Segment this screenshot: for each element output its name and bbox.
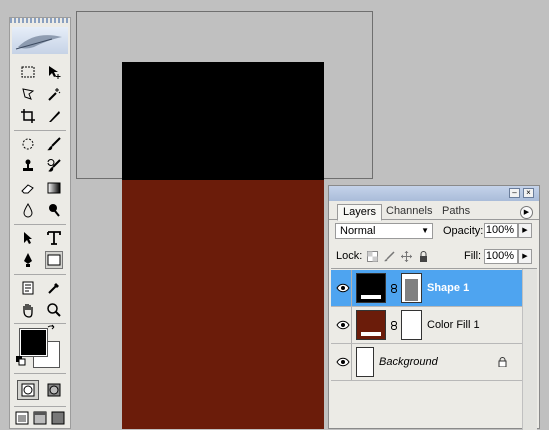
vector-mask-thumbnail [401, 273, 422, 303]
chain-link-icon[interactable] [391, 284, 397, 293]
notes-tool-icon[interactable] [19, 279, 37, 297]
marquee-tool-icon[interactable] [19, 63, 37, 81]
move-tool-icon[interactable] [45, 63, 63, 81]
tools-palette [9, 17, 71, 429]
color-fill-area[interactable] [122, 180, 324, 429]
brush-tool-icon[interactable] [45, 135, 63, 153]
layer-row-shape-1[interactable]: Shape 1 [331, 270, 522, 307]
eraser-tool-icon[interactable] [19, 179, 37, 197]
swap-colors-icon[interactable] [46, 323, 58, 335]
standard-screen-mode-icon[interactable] [14, 410, 30, 426]
fill-label: Fill: [464, 250, 482, 262]
fill-indicator [361, 332, 381, 336]
tab-channels[interactable]: Channels [381, 204, 437, 219]
shape-indicator [361, 295, 381, 299]
blend-mode-select[interactable]: Normal ▼ [335, 223, 433, 239]
minimize-icon[interactable]: – [509, 188, 520, 198]
tab-paths[interactable]: Paths [437, 204, 475, 219]
shape-1-rectangle[interactable] [122, 62, 324, 180]
fill-slider-arrow-icon[interactable]: ▶ [518, 249, 532, 264]
lock-image-icon[interactable] [384, 251, 395, 262]
toolbox-divider [14, 130, 66, 131]
toolbox-divider [14, 373, 66, 374]
toolbox-divider [14, 224, 66, 225]
healing-brush-icon[interactable] [19, 135, 37, 153]
visibility-eye-icon[interactable] [334, 307, 352, 343]
layer-thumbnail [356, 347, 374, 377]
layer-name: Background [379, 356, 438, 368]
lock-all-icon[interactable] [418, 251, 429, 262]
layer-row-background[interactable]: Background [331, 344, 522, 381]
visibility-eye-icon[interactable] [334, 344, 352, 380]
close-icon[interactable]: × [523, 188, 534, 198]
lock-transparent-icon[interactable] [367, 251, 378, 262]
layer-row-color-fill-1[interactable]: Color Fill 1 [331, 307, 522, 344]
eyedropper-icon[interactable] [45, 279, 63, 297]
chevron-down-icon: ▼ [421, 226, 429, 235]
full-screen-mode-icon[interactable] [50, 410, 66, 426]
type-tool-icon[interactable] [45, 229, 63, 247]
layer-name: Color Fill 1 [427, 319, 480, 331]
hand-tool-icon[interactable] [19, 301, 37, 319]
feather-logo[interactable] [12, 27, 68, 54]
lock-position-icon[interactable] [401, 251, 412, 262]
toolbox-divider [14, 406, 66, 407]
full-screen-menu-mode-icon[interactable] [32, 410, 48, 426]
gradient-tool-icon[interactable] [45, 179, 63, 197]
toolbox-divider [14, 323, 66, 324]
layer-name: Shape 1 [427, 282, 470, 294]
opacity-field[interactable]: 100% [484, 223, 518, 238]
path-selection-icon[interactable] [19, 229, 37, 247]
standard-mode-icon[interactable] [17, 380, 39, 400]
layer-lock-icon [498, 357, 507, 368]
layer-thumbnail [356, 273, 386, 303]
chain-link-icon[interactable] [391, 321, 397, 330]
mask-shape [405, 279, 418, 301]
lasso-tool-icon[interactable] [19, 85, 37, 103]
toolbox-divider [14, 274, 66, 275]
default-colors-icon[interactable] [15, 355, 27, 367]
layer-thumbnail [356, 310, 386, 340]
layers-panel: – × Layers Channels Paths ▶ Normal ▼ Opa… [328, 185, 540, 430]
dodge-tool-icon[interactable] [45, 201, 63, 219]
slice-tool-icon[interactable] [45, 107, 63, 125]
panel-title-bar[interactable] [329, 186, 539, 201]
palette-grip[interactable] [10, 18, 70, 23]
opacity-label: Opacity: [443, 225, 484, 237]
panel-divider [331, 268, 537, 269]
tab-layers[interactable]: Layers [337, 204, 383, 221]
blur-tool-icon[interactable] [19, 201, 37, 219]
pen-tool-icon[interactable] [19, 251, 37, 269]
layer-mask-thumbnail [401, 310, 422, 340]
clone-stamp-icon[interactable] [19, 157, 37, 175]
blend-mode-value: Normal [340, 225, 376, 237]
lock-label: Lock: [336, 250, 363, 262]
crop-tool-icon[interactable] [19, 107, 37, 125]
quick-mask-mode-icon[interactable] [43, 380, 65, 400]
panel-tabs: Layers Channels Paths [329, 203, 539, 221]
history-brush-icon[interactable] [45, 157, 63, 175]
fill-field[interactable]: 100% [484, 249, 518, 264]
zoom-tool-icon[interactable] [45, 301, 63, 319]
visibility-eye-icon[interactable] [334, 270, 352, 306]
layers-scrollbar[interactable] [522, 269, 537, 430]
magic-wand-icon[interactable] [45, 85, 63, 103]
panel-menu-arrow-icon[interactable]: ▶ [520, 206, 533, 219]
foreground-color-swatch[interactable] [19, 328, 48, 357]
rectangle-tool-icon[interactable] [45, 251, 63, 269]
opacity-slider-arrow-icon[interactable]: ▶ [518, 223, 532, 238]
